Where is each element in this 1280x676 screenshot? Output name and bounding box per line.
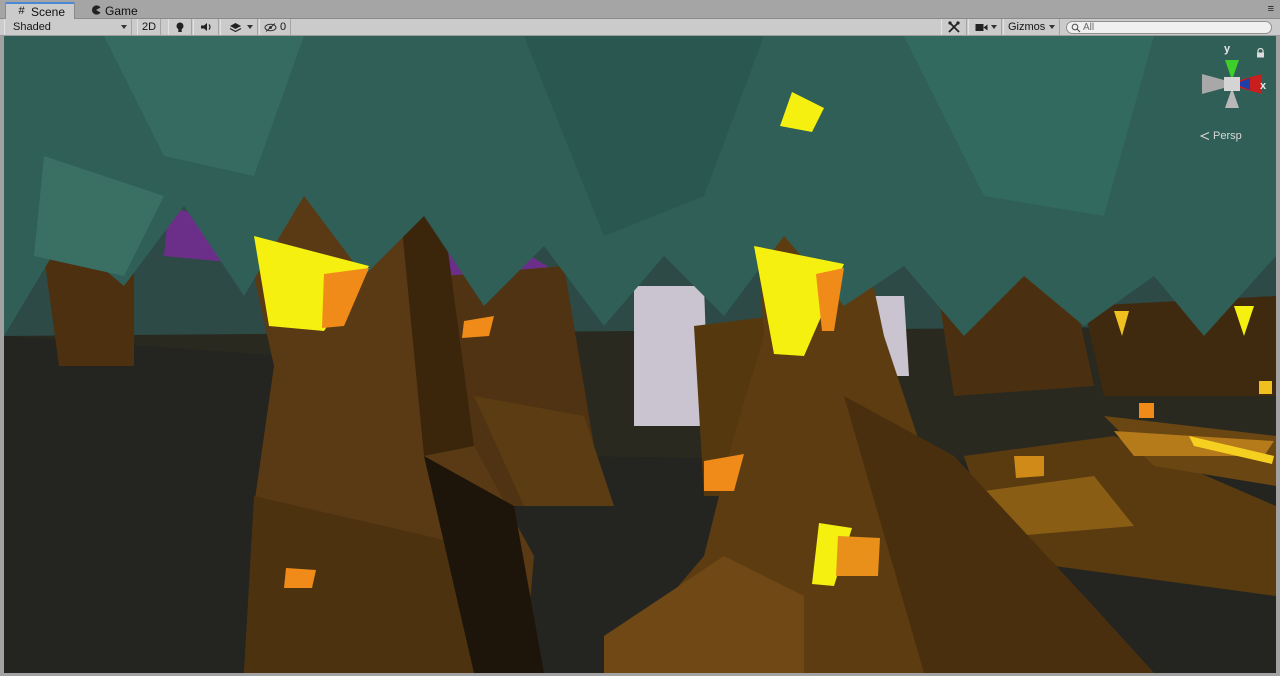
lighting-toggle-button[interactable] <box>168 19 192 35</box>
gizmo-center-cube <box>1224 77 1240 91</box>
search-icon <box>1071 23 1081 32</box>
shading-mode-dropdown[interactable]: Shaded <box>4 19 132 35</box>
gizmo-neg-x-arrow <box>1202 74 1224 94</box>
camera-settings-dropdown[interactable] <box>968 19 1002 35</box>
hidden-objects-toggle[interactable]: 0 <box>259 19 291 35</box>
tab-scene[interactable]: # Scene <box>5 2 76 19</box>
scene-render <box>4 36 1276 673</box>
gizmo-x-label: x <box>1260 80 1267 92</box>
eye-slash-icon <box>264 22 277 32</box>
tab-strip: # Scene Game ≡ <box>0 0 1280 19</box>
tools-icon <box>948 21 960 33</box>
hidden-count: 0 <box>279 21 287 33</box>
search-input[interactable] <box>1083 22 1263 33</box>
gizmos-label: Gizmos <box>1008 21 1046 33</box>
chevron-down-icon <box>991 25 997 29</box>
scene-viewport[interactable]: y x Persp <box>4 36 1276 673</box>
chevron-down-icon <box>247 25 253 29</box>
tools-button[interactable] <box>941 19 967 35</box>
toggle-2d-button[interactable]: 2D <box>137 19 161 35</box>
camera-icon <box>975 23 987 31</box>
pacman-icon <box>90 5 101 16</box>
gizmo-y-label: y <box>1224 43 1231 55</box>
audio-toggle-button[interactable] <box>193 19 219 35</box>
hash-icon: # <box>18 5 25 17</box>
gizmos-dropdown[interactable]: Gizmos <box>1003 19 1060 35</box>
tab-menu-icon[interactable]: ≡ <box>1268 3 1274 15</box>
perspective-icon <box>1200 132 1210 140</box>
chevron-down-icon <box>121 25 127 29</box>
layers-icon <box>229 22 241 32</box>
tab-game[interactable]: Game <box>80 2 147 19</box>
toggle-2d-label: 2D <box>141 21 157 33</box>
lightbulb-icon <box>176 22 184 32</box>
projection-label: Persp <box>1213 130 1242 142</box>
scene-toolbar: Shaded 2D 0 Gizmos <box>0 19 1280 36</box>
lock-icon[interactable] <box>1256 48 1265 58</box>
tab-scene-label: Scene <box>31 4 66 19</box>
projection-toggle[interactable]: Persp <box>1200 130 1242 142</box>
shading-mode-label: Shaded <box>13 21 51 33</box>
tab-game-label: Game <box>105 3 138 18</box>
chevron-down-icon <box>1049 25 1055 29</box>
hierarchy-search[interactable] <box>1066 21 1272 34</box>
speaker-icon <box>200 23 211 31</box>
effects-dropdown[interactable] <box>220 19 258 35</box>
